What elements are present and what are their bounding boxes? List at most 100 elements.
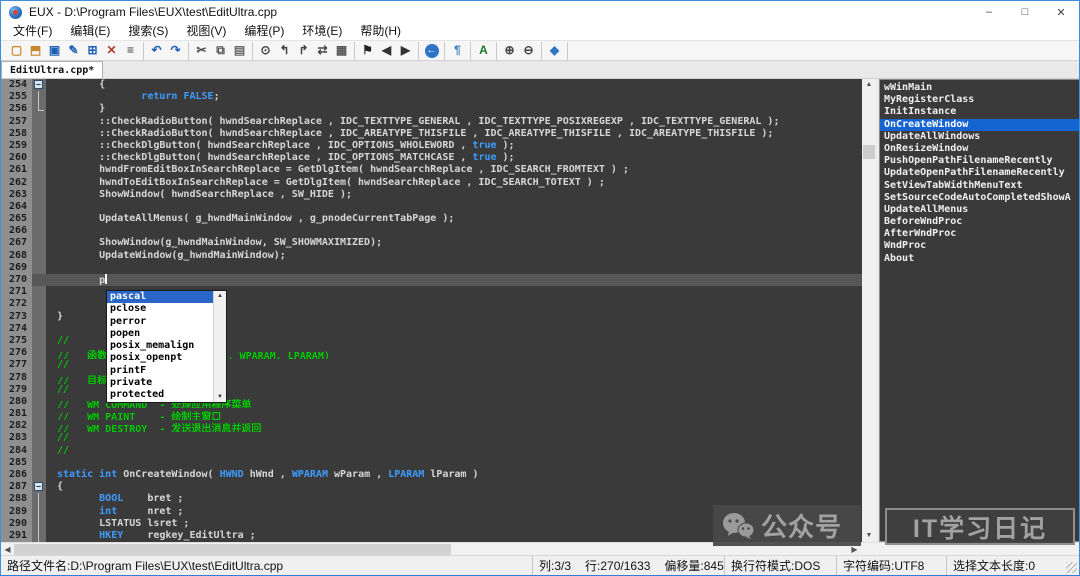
function-list-item[interactable]: UpdateAllMenus	[880, 204, 1079, 216]
autocomplete-item[interactable]: posix_memalign	[107, 340, 213, 352]
menu-item-6[interactable]: 帮助(H)	[351, 23, 410, 40]
autocomplete-item[interactable]: private	[107, 377, 213, 389]
function-list-item[interactable]: BeforeWndProc	[880, 216, 1079, 228]
menu-item-5[interactable]: 环境(E)	[293, 23, 351, 40]
autocomplete-item[interactable]: perror	[107, 316, 213, 328]
function-list-item[interactable]: SetSourceCodeAutoCompletedShowA	[880, 192, 1079, 204]
close-button[interactable]: ✕	[1043, 1, 1079, 23]
function-list-item[interactable]: OnCreateWindow	[880, 119, 1079, 131]
toolbar-syntax-highlight-button[interactable]: A	[474, 42, 493, 59]
toolbar-line-endings-button[interactable]: ¶	[448, 42, 467, 59]
editor-line[interactable]: 262 hwndToEditBoxInSearchReplace = GetDl…	[1, 177, 862, 189]
editor-line[interactable]: 258 ::CheckRadioButton( hwndSearchReplac…	[1, 128, 862, 140]
maximize-button[interactable]: □	[1007, 1, 1043, 23]
fold-toggle-icon[interactable]: −	[34, 80, 43, 89]
editor-line[interactable]: 283//	[1, 432, 862, 444]
toolbar-copy-button[interactable]: ⧉	[211, 42, 230, 59]
toolbar-save-as-button[interactable]: ✎	[64, 42, 83, 59]
toolbar-zoom-in-button[interactable]: ⊕	[500, 42, 519, 59]
toolbar-find-prev-button[interactable]: ↰	[275, 42, 294, 59]
toolbar-paste-button[interactable]: ▤	[230, 42, 249, 59]
editor-line[interactable]: 284//	[1, 445, 862, 457]
scroll-up-icon[interactable]: ▲	[217, 291, 223, 301]
autocomplete-item[interactable]: popen	[107, 328, 213, 340]
menu-item-3[interactable]: 视图(V)	[177, 23, 235, 40]
editor-line[interactable]: 285	[1, 457, 862, 469]
menu-item-4[interactable]: 编程(P)	[235, 23, 293, 40]
editor-line[interactable]: 259 ::CheckDlgButton( hwndSearchReplace …	[1, 140, 862, 152]
editor-line[interactable]: 265 UpdateAllMenus( g_hwndMainWindow , g…	[1, 213, 862, 225]
editor-line[interactable]: 263 ShowWindow( hwndSearchReplace , SW_H…	[1, 189, 862, 201]
minimize-button[interactable]: –	[971, 1, 1007, 23]
menu-item-0[interactable]: 文件(F)	[4, 23, 61, 40]
toolbar-cut-button[interactable]: ✂	[192, 42, 211, 59]
autocomplete-item[interactable]: printF	[107, 365, 213, 377]
vertical-scroll-thumb[interactable]	[863, 145, 875, 159]
toolbar-find-next-button[interactable]: ↱	[294, 42, 313, 59]
toolbar-close-file-button[interactable]: ✕	[102, 42, 121, 59]
toolbar-file-list-button[interactable]: ≡	[121, 42, 140, 59]
editor-line[interactable]: 264	[1, 201, 862, 213]
editor-line[interactable]: 254− {	[1, 79, 862, 91]
editor-line[interactable]: 269	[1, 262, 862, 274]
toolbar-bookmark-button[interactable]: ⚑	[358, 42, 377, 59]
autocomplete-item[interactable]: pascal	[107, 291, 213, 303]
fold-margin	[32, 91, 46, 103]
function-list-item[interactable]: OnResizeWindow	[880, 143, 1079, 155]
editor-line[interactable]: 267 ShowWindow(g_hwndMainWindow, SW_SHOW…	[1, 237, 862, 249]
editor-line[interactable]: 255 return FALSE;	[1, 91, 862, 103]
autocomplete-item[interactable]: posix_openpt	[107, 352, 213, 364]
toolbar-save-file-button[interactable]: ▣	[45, 42, 64, 59]
fold-toggle-icon[interactable]: −	[34, 482, 43, 491]
editor-line[interactable]: 261 hwndFromEditBoxInSearchReplace = Get…	[1, 164, 862, 176]
scroll-down-icon[interactable]: ▼	[862, 530, 876, 542]
editor-line[interactable]: 281// WM_PAINT - 绘制主窗口	[1, 408, 862, 420]
toolbar-bookmark-next-button[interactable]: ▶	[396, 42, 415, 59]
menu-item-1[interactable]: 编辑(E)	[61, 23, 119, 40]
toolbar-undo-button[interactable]: ↶	[147, 42, 166, 59]
function-list-item[interactable]: MyRegisterClass	[880, 94, 1079, 106]
resize-grip[interactable]	[1066, 562, 1077, 573]
editor-line[interactable]: 256 }	[1, 103, 862, 115]
function-list-item[interactable]: InitInstance	[880, 106, 1079, 118]
function-list-item[interactable]: UpdateOpenPathFilenameRecently	[880, 167, 1079, 179]
toolbar-back-button[interactable]: ←	[422, 42, 441, 59]
horizontal-scroll-thumb[interactable]	[14, 544, 451, 555]
scroll-down-icon[interactable]: ▼	[217, 392, 223, 402]
scroll-up-icon[interactable]: ▲	[862, 79, 876, 91]
editor-line[interactable]: 286static int OnCreateWindow( HWND hWnd …	[1, 469, 862, 481]
function-list-item[interactable]: WndProc	[880, 240, 1079, 252]
tab-editultra-cpp[interactable]: EditUltra.cpp*	[1, 61, 103, 78]
toolbar-save-all-button[interactable]: ⊞	[83, 42, 102, 59]
editor-line[interactable]: 282// WM_DESTROY - 发送退出消息并返回	[1, 420, 862, 432]
editor-vertical-scrollbar[interactable]: ▲ ▼	[862, 79, 876, 542]
function-list-item[interactable]: AfterWndProc	[880, 228, 1079, 240]
toolbar-new-file-button[interactable]: ▢	[7, 42, 26, 59]
function-list-item[interactable]: PushOpenPathFilenameRecently	[880, 155, 1079, 167]
function-list-item[interactable]: wWinMain	[880, 82, 1079, 94]
function-list-item[interactable]: About	[880, 253, 1079, 265]
toolbar-bookmark-prev-button[interactable]: ◀	[377, 42, 396, 59]
function-list-item[interactable]: SetViewTabWidthMenuText	[880, 180, 1079, 192]
toolbar-replace-button[interactable]: ⇄	[313, 42, 332, 59]
editor-line[interactable]: 270 p	[1, 274, 862, 286]
menu-item-2[interactable]: 搜索(S)	[119, 23, 177, 40]
toolbar-open-file-button[interactable]: ⬒	[26, 42, 45, 59]
toolbar-about-button[interactable]: ◆	[545, 42, 564, 59]
toolbar-redo-button[interactable]: ↷	[166, 42, 185, 59]
toolbar-zoom-out-button[interactable]: ⊖	[519, 42, 538, 59]
editor-line[interactable]: 257 ::CheckRadioButton( hwndSearchReplac…	[1, 116, 862, 128]
editor-line[interactable]: 287−{	[1, 481, 862, 493]
editor-line[interactable]: 260 ::CheckDlgButton( hwndSearchReplace …	[1, 152, 862, 164]
editor-line[interactable]: 266	[1, 225, 862, 237]
code-text: ShowWindow( hwndSearchReplace , SW_HIDE …	[46, 189, 862, 201]
autocomplete-item[interactable]: pclose	[107, 303, 213, 315]
autocomplete-item[interactable]: protected	[107, 389, 213, 401]
autocomplete-scrollbar[interactable]: ▲ ▼	[213, 291, 226, 402]
editor-line[interactable]: 288 BOOL bret ;	[1, 493, 862, 505]
replace-icon: ⇄	[317, 43, 327, 58]
toolbar-find-button[interactable]: ⊙	[256, 42, 275, 59]
toolbar-replace-in-files-button[interactable]: ▦	[332, 42, 351, 59]
function-list-item[interactable]: UpdateAllWindows	[880, 131, 1079, 143]
editor-line[interactable]: 268 UpdateWindow(g_hwndMainWindow);	[1, 250, 862, 262]
